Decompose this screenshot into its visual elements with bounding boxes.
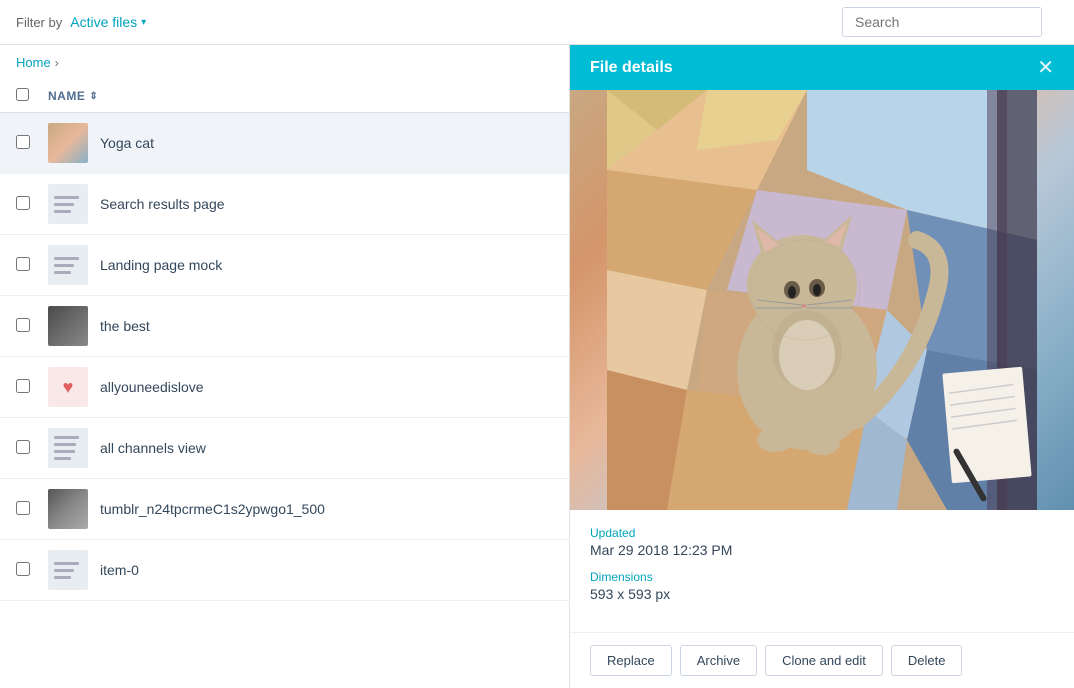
row-select-checkbox[interactable]: [16, 135, 30, 149]
file-thumbnail: [48, 245, 88, 285]
row-checkbox: [16, 501, 48, 518]
updated-value: Mar 29 2018 12:23 PM: [590, 542, 1054, 558]
row-checkbox: [16, 196, 48, 213]
panel-footer: Replace Archive Clone and edit Delete: [570, 632, 1074, 688]
file-thumbnail: [48, 123, 88, 163]
file-list-panel: Home › NAME ⇕: [0, 45, 570, 688]
search-container: [842, 7, 1042, 37]
thumb-lines-icon: [50, 186, 86, 222]
file-thumbnail: [48, 550, 88, 590]
row-checkbox: [16, 440, 48, 457]
dimensions-label: Dimensions: [590, 570, 1054, 584]
updated-label: Updated: [590, 526, 1054, 540]
chevron-down-icon: ▾: [141, 17, 146, 28]
table-row[interactable]: tumblr_n24tpcrmeC1s2ypwgo1_500: [0, 479, 569, 540]
table-row[interactable]: the best: [0, 296, 569, 357]
file-preview-image: [570, 90, 1074, 510]
panel-body: Updated Mar 29 2018 12:23 PM Dimensions …: [570, 90, 1074, 632]
close-button[interactable]: ✕: [1037, 58, 1054, 78]
row-checkbox: [16, 379, 48, 396]
table-header: NAME ⇕: [0, 80, 569, 113]
search-input[interactable]: [842, 7, 1042, 37]
header-checkbox-area: [16, 88, 48, 104]
thumb-lines-icon: [50, 247, 86, 283]
delete-button[interactable]: Delete: [891, 645, 963, 676]
file-name: allyouneedislove: [100, 379, 204, 395]
main-content: Home › NAME ⇕: [0, 45, 1074, 688]
file-thumbnail: [48, 306, 88, 346]
breadcrumb: Home ›: [0, 45, 569, 80]
archive-button[interactable]: Archive: [680, 645, 757, 676]
file-name: Search results page: [100, 196, 225, 212]
file-name: all channels view: [100, 440, 206, 456]
file-thumbnail: [48, 428, 88, 468]
row-checkbox: [16, 135, 48, 152]
table-row[interactable]: Landing page mock: [0, 235, 569, 296]
filter-value: Active files: [70, 14, 137, 30]
select-all-checkbox[interactable]: [16, 88, 29, 101]
file-metadata: Updated Mar 29 2018 12:23 PM Dimensions …: [570, 510, 1074, 622]
breadcrumb-separator: ›: [55, 56, 59, 70]
row-select-checkbox[interactable]: [16, 196, 30, 210]
row-select-checkbox[interactable]: [16, 501, 30, 515]
row-select-checkbox[interactable]: [16, 379, 30, 393]
thumb-lines-icon: [50, 430, 86, 466]
panel-header: File details ✕: [570, 45, 1074, 90]
row-checkbox: [16, 562, 48, 579]
file-thumbnail: ♥: [48, 367, 88, 407]
thumb-lines-icon: [50, 552, 86, 588]
replace-button[interactable]: Replace: [590, 645, 672, 676]
row-select-checkbox[interactable]: [16, 257, 30, 271]
table-row[interactable]: all channels view: [0, 418, 569, 479]
sort-icon: ⇕: [89, 91, 98, 102]
table-row[interactable]: item-0: [0, 540, 569, 601]
panel-title: File details: [590, 59, 673, 77]
file-name: Yoga cat: [100, 135, 154, 151]
active-files-dropdown[interactable]: Active files ▾: [70, 14, 146, 30]
top-bar: Filter by Active files ▾: [0, 0, 1074, 45]
preview-svg: [570, 90, 1074, 510]
file-name: item-0: [100, 562, 139, 578]
file-name: Landing page mock: [100, 257, 222, 273]
clone-and-edit-button[interactable]: Clone and edit: [765, 645, 883, 676]
row-select-checkbox[interactable]: [16, 440, 30, 454]
file-name: the best: [100, 318, 150, 334]
table-row[interactable]: Yoga cat: [0, 113, 569, 174]
row-checkbox: [16, 257, 48, 274]
table-row[interactable]: ♥ allyouneedislove: [0, 357, 569, 418]
file-details-panel: File details ✕: [570, 45, 1074, 688]
row-checkbox: [16, 318, 48, 335]
file-name: tumblr_n24tpcrmeC1s2ypwgo1_500: [100, 501, 325, 517]
breadcrumb-home[interactable]: Home: [16, 55, 51, 70]
dimensions-value: 593 x 593 px: [590, 586, 1054, 602]
file-table: NAME ⇕ Yoga cat: [0, 80, 569, 688]
filter-label: Filter by: [16, 15, 62, 30]
table-row[interactable]: Search results page: [0, 174, 569, 235]
row-select-checkbox[interactable]: [16, 562, 30, 576]
file-thumbnail: [48, 184, 88, 224]
name-column-header[interactable]: NAME ⇕: [48, 89, 98, 103]
file-thumbnail: [48, 489, 88, 529]
row-select-checkbox[interactable]: [16, 318, 30, 332]
